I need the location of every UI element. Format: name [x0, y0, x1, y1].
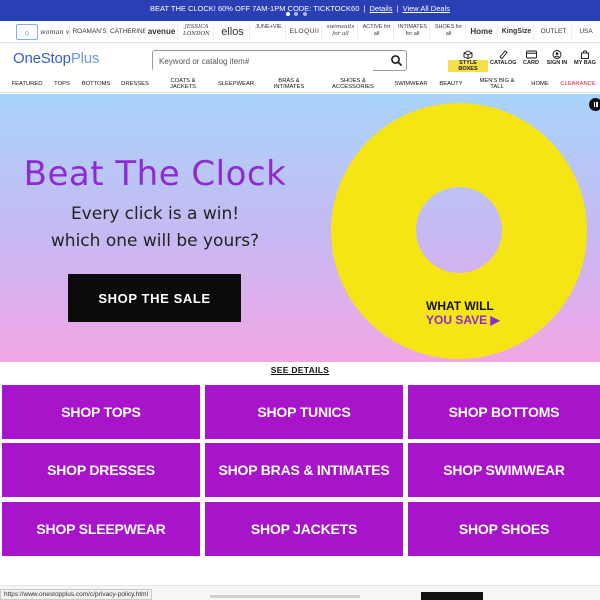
hero-subtitle-line1: Every click is a win! [70, 204, 240, 224]
tile-shop-tops[interactable]: SHOP TOPS [2, 385, 200, 439]
tile-shop-dresses[interactable]: SHOP DRESSES [2, 443, 200, 497]
nav-tops[interactable]: TOPS [50, 75, 74, 93]
my-bag-label: MY BAG [574, 60, 596, 66]
catalog-label: CATALOG [490, 60, 517, 66]
nav-sleepwear[interactable]: SLEEPWEAR [215, 75, 257, 93]
promo-details-link[interactable]: Details [370, 4, 393, 13]
style-boxes-label: STYLE BOXES [448, 60, 488, 72]
brand-outlet[interactable]: OUTLET [536, 24, 572, 40]
brand-kingsize[interactable]: KingSize [500, 24, 534, 40]
tile-shop-sleepwear[interactable]: SHOP SLEEPWEAR [2, 502, 200, 556]
catalog-button[interactable]: CATALOG [490, 50, 516, 72]
brand-bar: ○ woman within ROAMAN'S CATHERINES avenu… [0, 21, 600, 43]
see-details-link[interactable]: SEE DETAILS [0, 365, 600, 375]
main-navigation: FEATURED TOPS BOTTOMS DRESSES COATS & JA… [0, 75, 600, 93]
nav-clearance[interactable]: CLEARANCE [558, 75, 598, 93]
site-header: OneStopPlus STYLE BOXES CATALOG CARD SIG… [0, 43, 600, 75]
nav-featured[interactable]: FEATURED [8, 75, 46, 93]
carousel-dot[interactable] [303, 12, 307, 16]
ring-text-line2: YOU SAVE [426, 313, 488, 327]
brand-active-for-all[interactable]: ACTIVE for all [360, 24, 394, 40]
tile-shop-shoes[interactable]: SHOP SHOES [408, 502, 600, 556]
catalog-icon [499, 50, 508, 59]
my-bag-button[interactable]: MY BAG [572, 50, 598, 72]
search-icon[interactable] [390, 54, 403, 67]
play-arrow-icon: ▶ [490, 313, 500, 327]
hero-title: Beat The Clock [23, 154, 287, 194]
style-boxes-button[interactable]: STYLE BOXES [448, 50, 488, 72]
tile-shop-jackets[interactable]: SHOP JACKETS [205, 502, 403, 556]
country-selector[interactable]: USA [574, 24, 598, 40]
promo-bar: BEAT THE CLOCK! 60% OFF 7AM-1PM CODE: TI… [0, 0, 600, 21]
cookie-banner-text-placeholder [210, 595, 360, 598]
nav-mens-big-tall[interactable]: MEN'S BIG & TALL [476, 75, 518, 93]
nav-dresses[interactable]: DRESSES [119, 75, 151, 93]
brand-avenue[interactable]: avenue [146, 24, 178, 40]
home-icon: ○ [24, 28, 30, 38]
logo-main-text: OneStop [13, 50, 71, 67]
tile-shop-bottoms[interactable]: SHOP BOTTOMS [408, 385, 600, 439]
promo-view-all-link[interactable]: View All Deals [403, 4, 450, 13]
brand-roamans[interactable]: ROAMAN'S [72, 24, 108, 40]
nav-beauty[interactable]: BEAUTY [436, 75, 466, 93]
hero-subtitle-line2: which one will be yours? [50, 231, 260, 251]
nav-swimwear[interactable]: SWIMWEAR [391, 75, 431, 93]
nav-bras-intimates[interactable]: BRAS & INTIMATES [268, 75, 310, 93]
brand-catherines[interactable]: CATHERINES [110, 24, 146, 40]
site-logo[interactable]: OneStopPlus [13, 50, 99, 67]
brand-home[interactable]: ○ [16, 24, 38, 40]
pause-icon[interactable] [589, 98, 600, 111]
box-icon [463, 50, 473, 59]
brand-intimates-for-all[interactable]: INTIMATES for all [396, 24, 430, 40]
hero-banner[interactable]: Beat The Clock Every click is a win! whi… [0, 94, 600, 362]
brand-jessica-london[interactable]: JESSICA LONDON [180, 24, 214, 40]
tile-shop-swimwear[interactable]: SHOP SWIMWEAR [408, 443, 600, 497]
cookie-accept-button[interactable] [421, 592, 483, 600]
logo-plus-text: Plus [70, 50, 100, 67]
promo-carousel-dots [286, 12, 326, 18]
brand-woman-within[interactable]: woman within [40, 24, 70, 40]
search-box [152, 50, 407, 71]
tile-shop-tunics[interactable]: SHOP TUNICS [205, 385, 403, 439]
ring-text-line1: WHAT WILL [426, 299, 494, 313]
brand-swimsuits-for-all[interactable]: swimsuits for all [324, 24, 358, 40]
card-label: CARD [523, 60, 539, 66]
brand-eloquii[interactable]: ELOQUII [288, 24, 322, 40]
promo-separator: | [363, 4, 366, 13]
ring-text-line2-row: YOU SAVE ▶ [426, 313, 500, 327]
status-bar-url: https://www.onestopplus.com/c/privacy-po… [0, 589, 153, 600]
brand-shoes-for-all[interactable]: SHOES for all [432, 24, 466, 40]
nav-coats-jackets[interactable]: COATS & JACKETS [164, 75, 202, 93]
carousel-dot-active[interactable] [286, 12, 290, 16]
nav-bottoms[interactable]: BOTTOMS [78, 75, 114, 93]
tile-shop-bras-intimates[interactable]: SHOP BRAS & INTIMATES [205, 443, 403, 497]
carousel-dot[interactable] [294, 12, 298, 16]
nav-home[interactable]: HOME [527, 75, 553, 93]
credit-card-icon [525, 50, 537, 59]
brand-ellos[interactable]: ellos [216, 24, 250, 40]
promo-separator: | [396, 4, 399, 13]
promo-text: BEAT THE CLOCK! 60% OFF 7AM-1PM CODE: TI… [150, 4, 360, 13]
shop-the-sale-button[interactable]: SHOP THE SALE [68, 274, 241, 322]
search-input[interactable] [153, 52, 373, 71]
nav-shoes-accessories[interactable]: SHOES & ACCESSORIES [325, 75, 381, 93]
sign-in-label: SIGN IN [546, 60, 568, 66]
card-button[interactable]: CARD [518, 50, 544, 72]
ring-text[interactable]: WHAT WILL YOU SAVE ▶ [426, 299, 500, 327]
sign-in-button[interactable]: SIGN IN [544, 50, 570, 72]
brand-home-store[interactable]: Home [466, 24, 498, 40]
shopping-bag-icon [581, 50, 589, 59]
user-icon [552, 50, 562, 59]
brand-june-vie[interactable]: JUNE+VIE [252, 24, 286, 40]
